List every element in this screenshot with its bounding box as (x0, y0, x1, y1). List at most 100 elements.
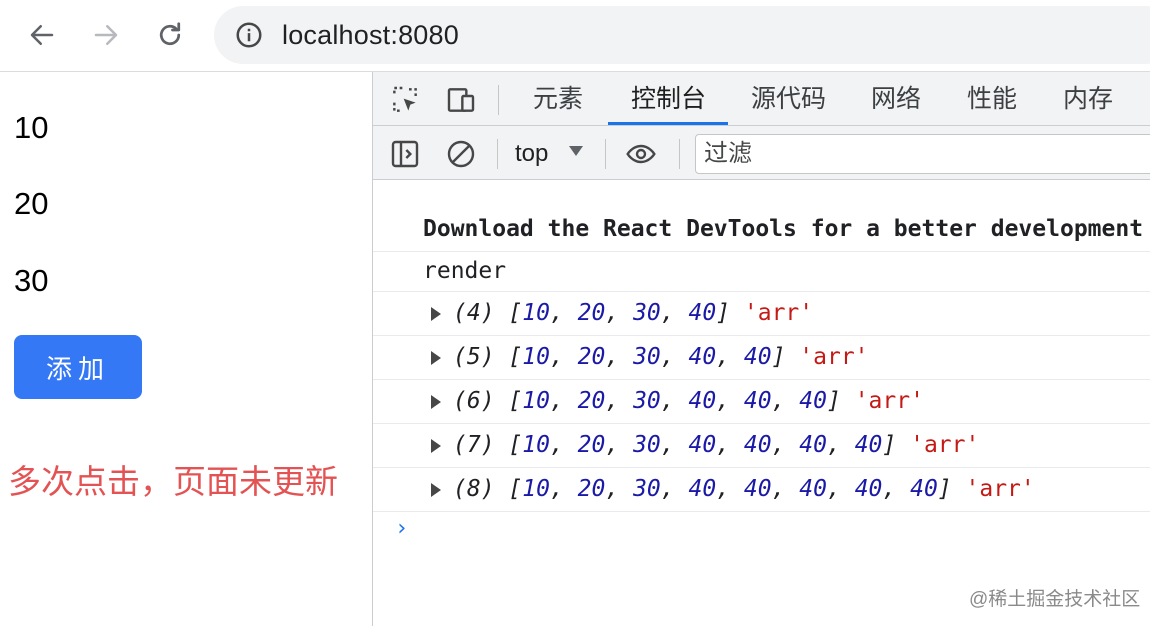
toolbar-separator (605, 139, 606, 169)
page-viewport: 10 20 30 添加 多次点击，页面未更新 (0, 72, 372, 626)
array-value: 20 (577, 388, 606, 414)
array-preview: (8) [10, 20, 30, 40, 40, 40, 40, 40] 'ar… (453, 476, 1035, 502)
log-label: 'arr' (799, 344, 869, 370)
array-value: 40 (688, 300, 717, 326)
expand-arrow-icon[interactable] (431, 351, 441, 365)
clear-console-icon[interactable] (445, 138, 477, 170)
array-value: 30 (633, 432, 661, 458)
array-value: 30 (633, 476, 661, 502)
array-value: 40 (854, 476, 883, 502)
array-preview: (5) [10, 20, 30, 40, 40] 'arr' (453, 344, 869, 370)
array-value: 30 (633, 388, 661, 414)
tab-elements[interactable]: 元素 (527, 72, 589, 126)
browser-toolbar: localhost:8080 (0, 0, 1150, 72)
array-length: (4) (453, 300, 495, 326)
console-array-log[interactable]: (8) [10, 20, 30, 40, 40, 40, 40, 40] 'ar… (373, 468, 1150, 512)
device-toolbar-icon[interactable] (445, 84, 477, 116)
array-value: 20 (577, 344, 606, 370)
address-bar[interactable]: localhost:8080 (214, 6, 1150, 64)
array-value: 40 (743, 476, 772, 502)
expand-arrow-icon[interactable] (431, 395, 441, 409)
arrow-right-icon (94, 25, 118, 45)
inspect-element-icon[interactable] (389, 84, 421, 116)
tab-console[interactable]: 控制台 (625, 72, 712, 126)
array-preview: (7) [10, 20, 30, 40, 40, 40, 40] 'arr' (453, 432, 980, 458)
list-item: 10 (14, 110, 49, 145)
array-value: 40 (799, 388, 827, 414)
toolbar-separator (679, 139, 680, 169)
watermark: @稀土掘金技术社区 (969, 589, 1141, 610)
console-array-log[interactable]: (5) [10, 20, 30, 40, 40] 'arr' (373, 336, 1150, 380)
log-label: 'arr' (965, 476, 1035, 502)
array-value: 10 (522, 344, 550, 370)
console-array-log[interactable]: (4) [10, 20, 30, 40] 'arr' (373, 292, 1150, 336)
add-button[interactable]: 添加 (14, 335, 142, 399)
tab-sources[interactable]: 源代码 (745, 72, 832, 126)
array-value: 40 (743, 388, 772, 414)
tab-memory[interactable]: 内存 (1057, 72, 1119, 126)
back-button[interactable] (24, 17, 60, 53)
console-toolbar: top (373, 126, 1150, 180)
render-log: render (423, 258, 507, 284)
array-value: 20 (577, 432, 606, 458)
array-value: 10 (522, 432, 550, 458)
array-value: 10 (522, 476, 550, 502)
array-value: 40 (688, 432, 717, 458)
forward-button[interactable] (88, 17, 124, 53)
console-output: Download the React DevTools for a better… (373, 180, 1150, 626)
array-value: 40 (743, 344, 772, 370)
info-icon[interactable] (234, 20, 264, 50)
console-message: Download the React DevTools for a better… (373, 208, 1150, 252)
log-label: 'arr' (910, 432, 980, 458)
console-message: render (373, 252, 1150, 292)
console-array-log[interactable]: (6) [10, 20, 30, 40, 40, 40] 'arr' (373, 380, 1150, 424)
context-selector[interactable]: top (515, 138, 548, 170)
devtools-tabbar: 元素 控制台 源代码 网络 性能 内存 (373, 72, 1150, 126)
array-value: 30 (633, 344, 661, 370)
log-label: 'arr' (854, 388, 924, 414)
array-length: (7) (453, 432, 495, 458)
array-value: 20 (577, 476, 606, 502)
array-value: 40 (799, 432, 827, 458)
tab-network[interactable]: 网络 (865, 72, 927, 126)
array-preview: (6) [10, 20, 30, 40, 40, 40] 'arr' (453, 388, 924, 414)
list-item: 20 (14, 186, 49, 221)
expand-arrow-icon[interactable] (431, 307, 441, 321)
react-devtools-banner: Download the React DevTools for a better… (423, 216, 1150, 242)
array-preview: (4) [10, 20, 30, 40] 'arr' (453, 300, 814, 326)
array-length: (8) (453, 476, 495, 502)
array-value: 40 (743, 432, 772, 458)
array-length: (5) (453, 344, 495, 370)
array-value: 40 (688, 388, 717, 414)
array-value: 20 (577, 300, 606, 326)
expand-arrow-icon[interactable] (431, 439, 441, 453)
array-value: 40 (910, 476, 938, 502)
devtools-panel: 元素 控制台 源代码 网络 性能 内存 top Download the Rea… (373, 72, 1150, 626)
array-value: 40 (799, 476, 827, 502)
array-value: 10 (522, 388, 550, 414)
arrow-left-icon (30, 25, 54, 45)
array-value: 10 (522, 300, 550, 326)
reload-icon (159, 22, 181, 46)
array-value: 30 (633, 300, 661, 326)
eye-icon[interactable] (625, 138, 657, 170)
list-item: 30 (14, 263, 49, 298)
url-text: localhost:8080 (282, 20, 459, 50)
tab-performance[interactable]: 性能 (961, 72, 1023, 126)
filter-input[interactable] (695, 134, 1150, 174)
sidebar-toggle-icon[interactable] (389, 138, 421, 170)
array-value: 40 (688, 344, 717, 370)
annotation-text: 多次点击，页面未更新 (8, 463, 338, 500)
array-value: 40 (688, 476, 717, 502)
tab-separator (498, 85, 499, 115)
array-value: 40 (854, 432, 883, 458)
toolbar-separator (497, 139, 498, 169)
chevron-down-icon[interactable] (569, 146, 583, 156)
expand-arrow-icon[interactable] (431, 483, 441, 497)
array-length: (6) (453, 388, 495, 414)
reload-button[interactable] (152, 17, 188, 53)
chevron-right-icon[interactable]: › (395, 516, 408, 541)
console-array-log[interactable]: (7) [10, 20, 30, 40, 40, 40, 40] 'arr' (373, 424, 1150, 468)
log-label: 'arr' (743, 300, 814, 326)
active-tab-indicator (608, 122, 728, 125)
